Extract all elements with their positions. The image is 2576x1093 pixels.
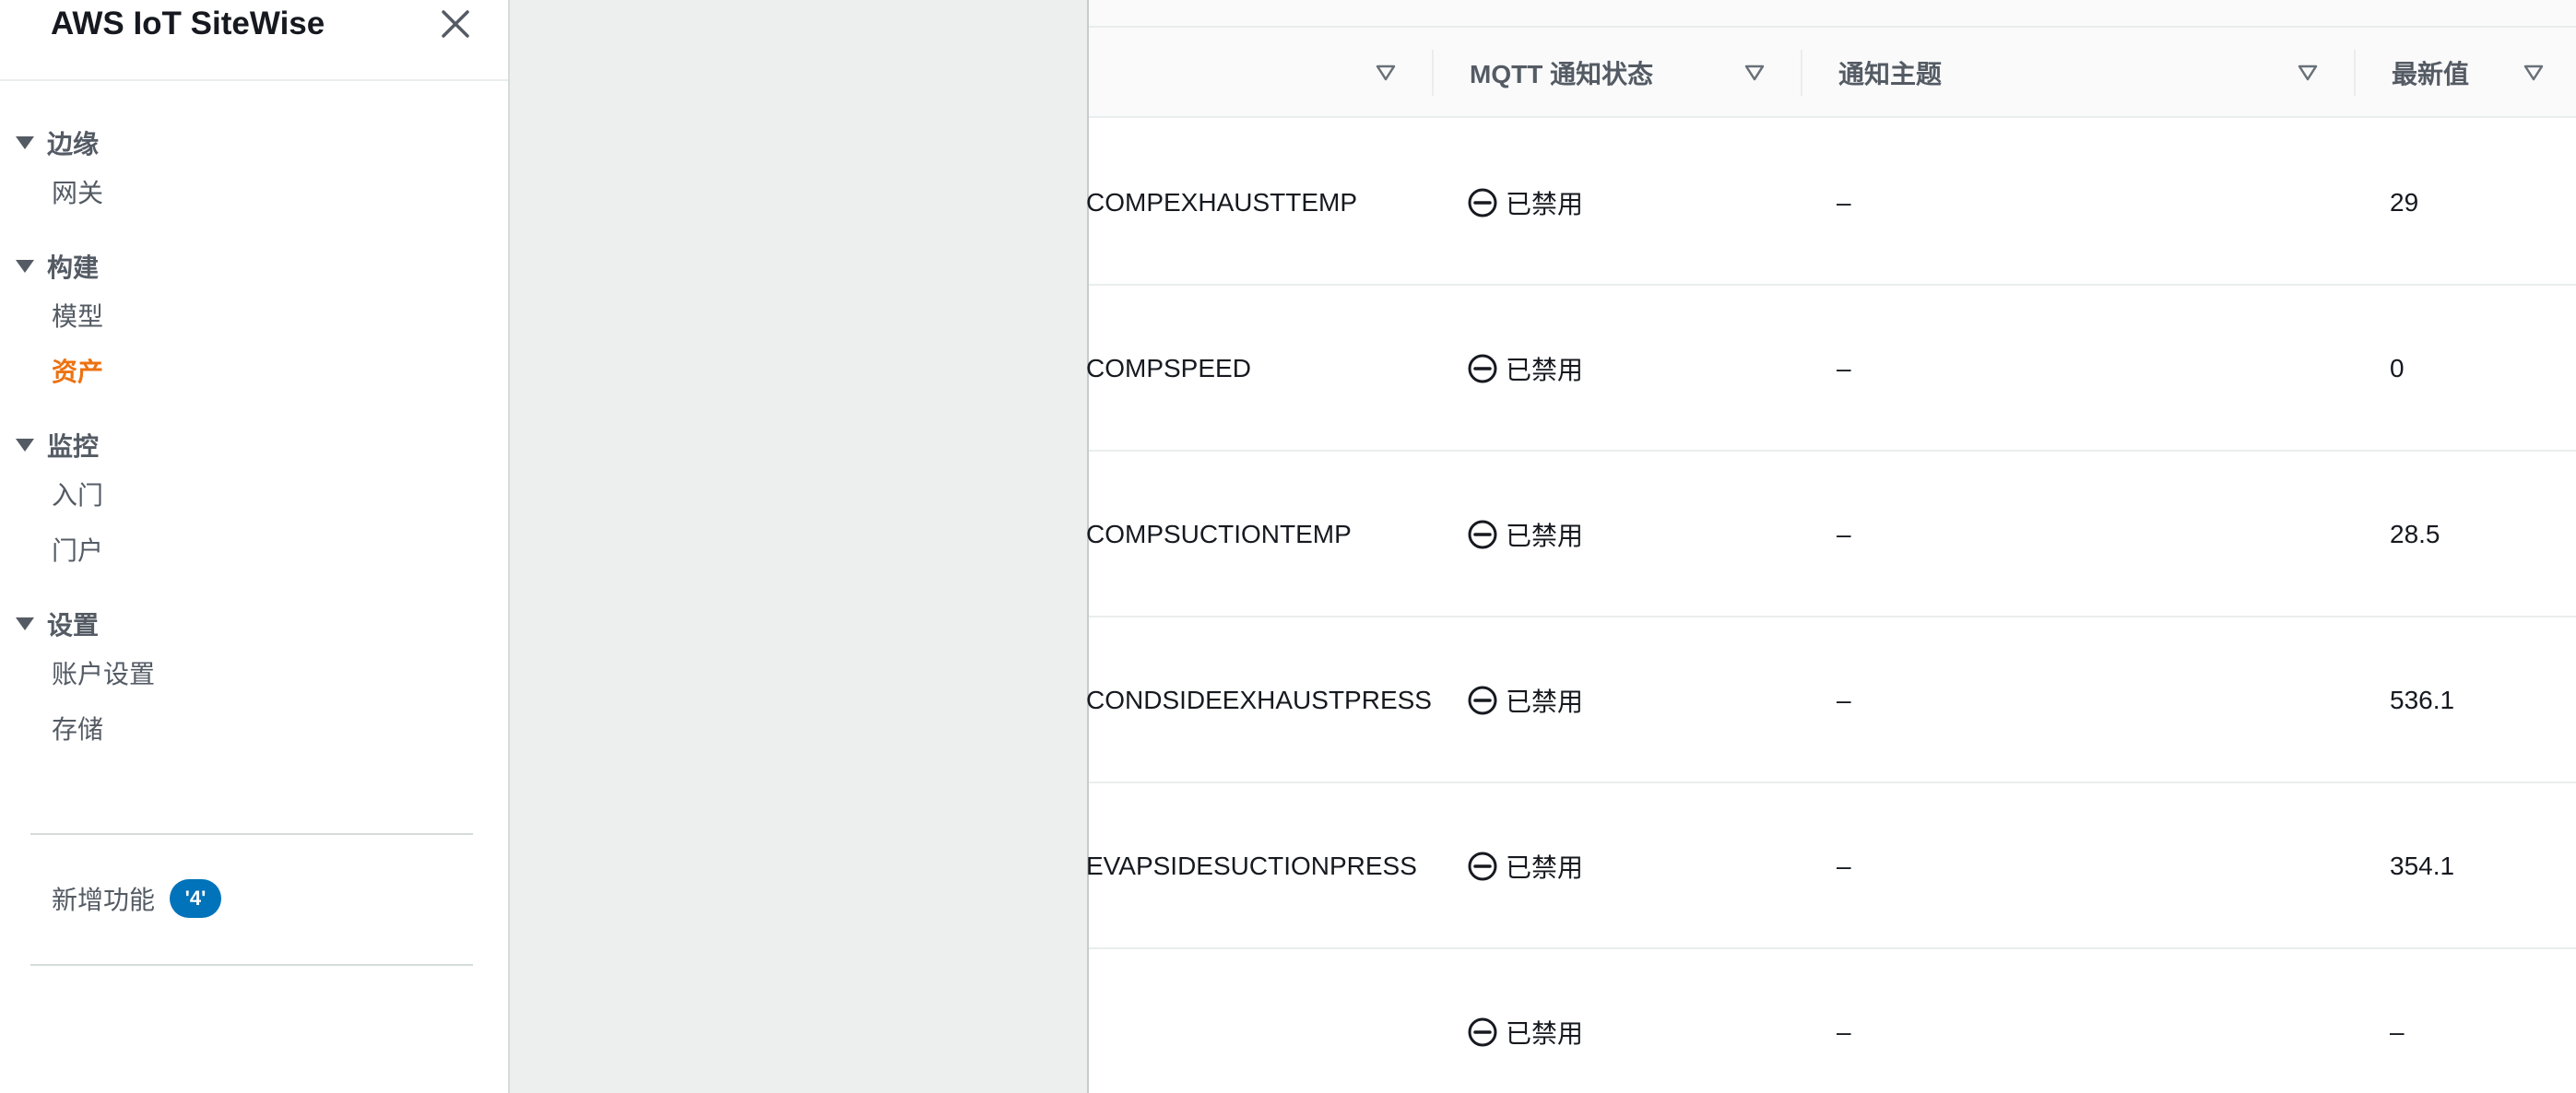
status-text: 已禁用 [1506,522,1584,550]
nav-section-toggle-settings[interactable]: 设置 [0,601,508,647]
cell-notification-topic: – [1837,520,1851,548]
cell-mqtt-status: 已禁用 [1467,120,1583,286]
cell-latest-value: – [2390,1017,2405,1046]
status-text: 已禁用 [1506,190,1584,218]
status-indicator: 已禁用 [1467,350,1583,387]
nav-section-label: 设置 [47,611,100,640]
cell-notification-topic: – [1837,1017,1851,1046]
column-separator [1432,50,1434,96]
cell-notification-topic: – [1837,686,1851,714]
sort-triangle-icon[interactable] [2523,63,2545,83]
cell-property-name: COMPEXHAUSTTEMP [1086,188,1358,217]
nav-item-storage[interactable]: 存储 [0,702,508,758]
nav-section-label: 监控 [47,432,100,461]
disabled-minus-circle-icon [1467,519,1498,550]
cell-latest-value: 0 [2390,354,2405,382]
nav-item-models[interactable]: 模型 [0,289,508,345]
column-header-notification-topic[interactable]: 通知主题 [1838,28,1942,118]
cell-mqtt-status: 已禁用 [1467,286,1583,452]
table-header: MQTT 通知状态 通知主题 最新值 [1089,28,2576,118]
disabled-minus-circle-icon [1467,851,1498,882]
cell-mqtt-status: 已禁用 [1467,783,1583,949]
notification-count-badge: '4' [170,879,222,918]
table-row[interactable]: COMPEXHAUSTTEMP 已禁用 – 29 [1086,120,2576,286]
nav-divider [30,833,473,835]
nav-item-account-settings[interactable]: 账户设置 [0,647,508,702]
close-navigation-button[interactable] [435,4,476,44]
sidebar-title[interactable]: AWS IoT SiteWise [51,6,325,42]
sort-triangle-icon[interactable] [1375,63,1397,83]
nav-section-edge: 边缘 网关 [0,120,508,221]
status-text: 已禁用 [1506,356,1584,384]
disabled-minus-circle-icon [1467,353,1498,384]
status-text: 已禁用 [1506,853,1584,882]
cell-property-name: COMPSPEED [1086,354,1251,382]
column-separator [1801,50,1802,96]
cell-latest-value: 536.1 [2390,686,2455,714]
close-icon [442,10,469,38]
disabled-minus-circle-icon [1467,685,1498,716]
caret-down-icon [16,260,34,273]
nav-item-getting-started[interactable]: 入门 [0,468,508,523]
table-row[interactable]: EVAPSIDESUCTIONPRESS 已禁用 – 354.1 [1086,783,2576,949]
side-navigation: AWS IoT SiteWise 边缘 网关 构建 模型 资产 监控 入门 门户… [0,0,510,1093]
content-overlay [510,0,1089,1093]
cell-latest-value: 28.5 [2390,520,2440,548]
caret-down-icon [16,617,34,630]
column-header-latest-value[interactable]: 最新值 [2392,28,2469,118]
sidebar-header: AWS IoT SiteWise [0,0,508,81]
caret-down-icon [16,439,34,452]
sort-triangle-icon[interactable] [1743,63,1766,83]
cell-mqtt-status: 已禁用 [1467,949,1583,1093]
disabled-minus-circle-icon [1467,1017,1498,1048]
table-row[interactable]: 已禁用 – – [1089,949,2576,1093]
nav-section-label: 构建 [47,253,100,282]
nav-section-toggle-build[interactable]: 构建 [0,243,508,289]
status-indicator: 已禁用 [1467,848,1583,885]
status-indicator: 已禁用 [1467,516,1583,553]
nav-divider [30,964,473,966]
status-text: 已禁用 [1506,688,1584,716]
status-text: 已禁用 [1506,1019,1584,1048]
nav-section-toggle-monitor[interactable]: 监控 [0,422,508,468]
nav-section-monitor: 监控 入门 门户 [0,422,508,579]
cell-mqtt-status: 已禁用 [1467,617,1583,783]
nav-item-assets[interactable]: 资产 [0,345,508,400]
sort-triangle-icon[interactable] [2297,63,2319,83]
cell-property-name: CONDSIDEEXHAUSTPRESS [1086,686,1432,714]
table-row[interactable]: COMPSUCTIONTEMP 已禁用 – 28.5 [1086,452,2576,617]
cell-notification-topic: – [1837,188,1851,217]
column-separator [2354,50,2356,96]
properties-table: MQTT 通知状态 通知主题 最新值 COMPEXHAUSTTEMP 已禁用 – 29… [1086,0,2576,1093]
nav-item-gateways[interactable]: 网关 [0,166,508,221]
status-indicator: 已禁用 [1467,184,1583,221]
table-row[interactable]: CONDSIDEEXHAUSTPRESS 已禁用 – 536.1 [1086,617,2576,783]
nav-list: 边缘 网关 构建 模型 资产 监控 入门 门户 设置 账户设置 存储 [0,120,508,780]
whats-new-link[interactable]: 新增功能 '4' [52,879,222,918]
caret-down-icon [16,136,34,149]
cell-notification-topic: – [1837,852,1851,880]
cell-mqtt-status: 已禁用 [1467,452,1583,617]
disabled-minus-circle-icon [1467,187,1498,218]
nav-section-settings: 设置 账户设置 存储 [0,601,508,758]
status-indicator: 已禁用 [1467,682,1583,719]
nav-section-toggle-edge[interactable]: 边缘 [0,120,508,166]
table-row[interactable]: COMPSPEED 已禁用 – 0 [1086,286,2576,452]
cell-latest-value: 354.1 [2390,852,2455,880]
column-header-mqtt-status[interactable]: MQTT 通知状态 [1470,28,1653,118]
whats-new-label: 新增功能 [52,886,156,914]
status-indicator: 已禁用 [1467,1014,1583,1051]
cell-property-name: EVAPSIDESUCTIONPRESS [1086,852,1417,880]
cell-latest-value: 29 [2390,188,2419,217]
nav-item-portals[interactable]: 门户 [0,523,508,579]
cell-notification-topic: – [1837,354,1851,382]
nav-section-build: 构建 模型 资产 [0,243,508,400]
nav-section-label: 边缘 [47,130,100,159]
cell-property-name: COMPSUCTIONTEMP [1086,520,1352,548]
table-top-border [1089,0,2576,28]
